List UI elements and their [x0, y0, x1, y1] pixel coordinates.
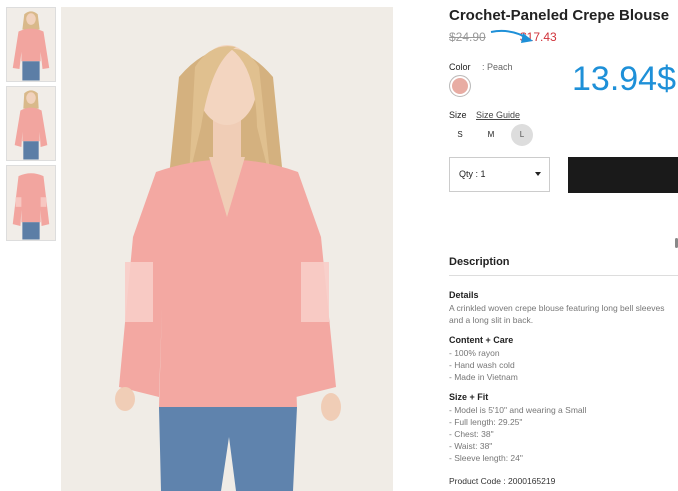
thumbnail-back-image	[7, 166, 55, 240]
size-option-s[interactable]: S	[449, 124, 471, 146]
details-text-line-2: and a long slit in back.	[449, 315, 534, 325]
size-fit-list: - Model is 5'10" and wearing a Small - F…	[449, 404, 586, 464]
arrow-annotation-icon	[490, 29, 533, 43]
size-fit-heading: Size + Fit	[449, 392, 489, 402]
list-item: - 100% rayon	[449, 348, 500, 358]
details-text-line-1: A crinkled woven crepe blouse featuring …	[449, 303, 665, 313]
thumbnail-side[interactable]	[6, 86, 56, 161]
list-item: - Chest: 38"	[449, 429, 494, 439]
original-price: $24.90	[449, 30, 486, 44]
main-product-image	[61, 7, 393, 491]
model-illustration	[61, 7, 393, 491]
size-guide-link[interactable]: Size Guide	[476, 110, 520, 120]
thumbnail-back[interactable]	[6, 165, 56, 241]
chevron-down-icon	[535, 172, 541, 176]
color-value: : Peach	[482, 62, 513, 72]
thumbnail-front[interactable]	[6, 7, 56, 82]
divider	[449, 275, 678, 276]
annotated-price: 13.94$	[572, 60, 676, 98]
content-care-list: - 100% rayon - Hand wash cold - Made in …	[449, 347, 518, 383]
product-title: Crochet-Paneled Crepe Blouse	[449, 7, 670, 24]
color-swatch-peach[interactable]	[449, 75, 471, 97]
list-item: - Model is 5'10" and wearing a Small	[449, 405, 587, 415]
list-item: - Sleeve length: 24"	[449, 453, 523, 463]
add-to-bag-button[interactable]	[568, 157, 678, 193]
list-item: - Hand wash cold	[449, 360, 515, 370]
list-item: - Made in Vietnam	[449, 372, 518, 382]
product-code: Product Code : 2000165219	[449, 476, 556, 486]
thumbnail-front-image	[7, 8, 55, 81]
color-label: Color	[449, 62, 471, 72]
content-care-heading: Content + Care	[449, 335, 514, 345]
size-option-m[interactable]: M	[480, 124, 502, 146]
list-item: - Full length: 29.25"	[449, 417, 523, 427]
product-details-panel: Crochet-Paneled Crepe Blouse $24.90 $17.…	[449, 0, 678, 491]
thumbnail-side-image	[7, 87, 55, 160]
list-item: - Waist: 38"	[449, 441, 493, 451]
description-heading: Description	[449, 256, 510, 268]
details-heading: Details	[449, 290, 479, 300]
size-label: Size	[449, 110, 467, 120]
size-option-l[interactable]: L	[511, 124, 533, 146]
